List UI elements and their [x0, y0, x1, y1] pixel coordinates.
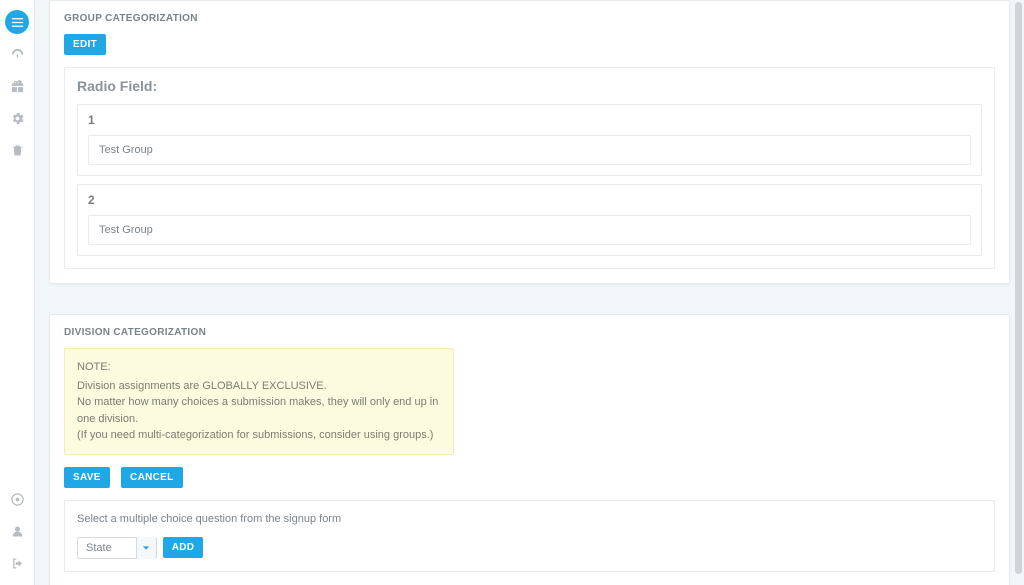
- option-label: 2: [88, 193, 971, 207]
- scrollbar-thumb[interactable]: [1015, 2, 1022, 574]
- gift-icon[interactable]: [5, 74, 29, 98]
- sidebar: [0, 0, 35, 585]
- note-box: NOTE: Division assignments are GLOBALLY …: [64, 348, 454, 455]
- radio-option-2: 2 Test Group: [77, 184, 982, 256]
- radio-option-1: 1 Test Group: [77, 104, 982, 176]
- dashboard-icon[interactable]: [5, 42, 29, 66]
- user-icon[interactable]: [5, 519, 29, 543]
- note-line: Division assignments are GLOBALLY EXCLUS…: [77, 378, 441, 395]
- division-categorization-panel: DIVISION CATEGORIZATION NOTE: Division a…: [49, 314, 1010, 585]
- group-name: Test Group: [88, 215, 971, 245]
- option-label: 1: [88, 113, 971, 127]
- group-categorization-panel: GROUP CATEGORIZATION EDIT Radio Field: 1…: [49, 0, 1010, 284]
- group-name: Test Group: [88, 135, 971, 165]
- chevron-down-icon: [136, 537, 156, 559]
- group-panel-title: GROUP CATEGORIZATION: [64, 13, 995, 24]
- logout-icon[interactable]: [5, 551, 29, 575]
- select-question-area: Select a multiple choice question from t…: [64, 500, 995, 572]
- main-content: GROUP CATEGORIZATION EDIT Radio Field: 1…: [35, 0, 1024, 585]
- help-icon[interactable]: [5, 487, 29, 511]
- note-line: No matter how many choices a submission …: [77, 394, 441, 427]
- trash-icon[interactable]: [5, 138, 29, 162]
- note-line: (If you need multi-categorization for su…: [77, 427, 441, 444]
- division-panel-title: DIVISION CATEGORIZATION: [64, 327, 995, 338]
- scrollbar[interactable]: [1015, 0, 1022, 585]
- edit-button[interactable]: EDIT: [64, 34, 106, 55]
- menu-icon[interactable]: [5, 10, 29, 34]
- cancel-button[interactable]: CANCEL: [121, 467, 182, 488]
- dropdown-selected: State: [78, 542, 136, 554]
- note-title: NOTE:: [77, 359, 441, 376]
- select-prompt: Select a multiple choice question from t…: [77, 513, 982, 525]
- radio-field-box: Radio Field: 1 Test Group 2 Test Group: [64, 67, 995, 269]
- question-dropdown[interactable]: State: [77, 537, 157, 559]
- radio-field-title: Radio Field:: [77, 78, 982, 94]
- gear-icon[interactable]: [5, 106, 29, 130]
- save-button[interactable]: SAVE: [64, 467, 110, 488]
- add-button[interactable]: ADD: [163, 537, 204, 558]
